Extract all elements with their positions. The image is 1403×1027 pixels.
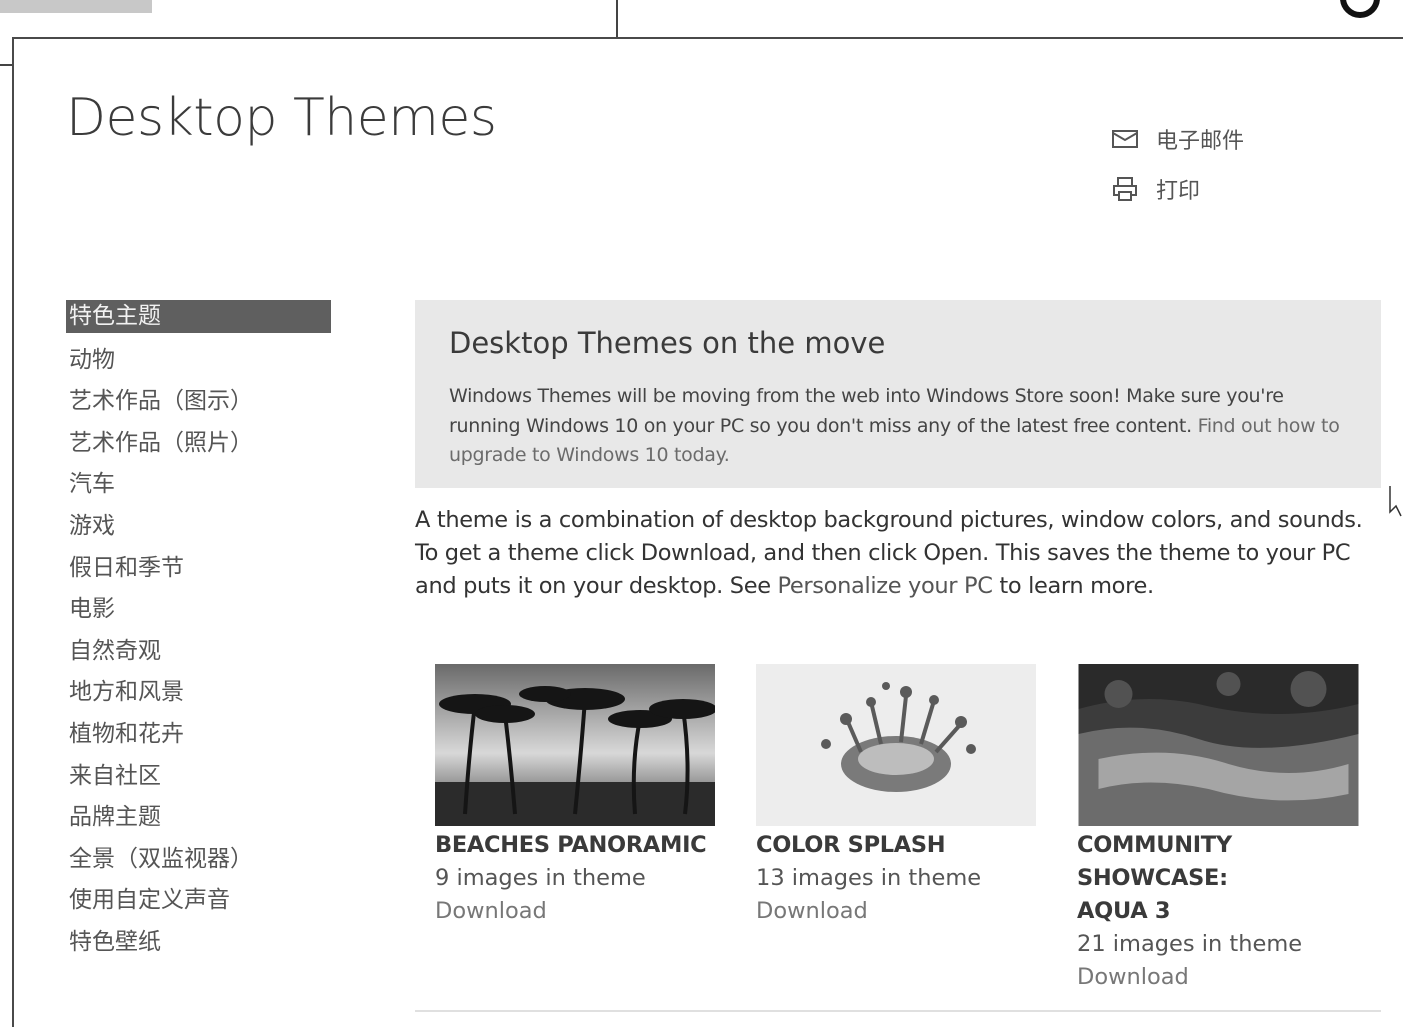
notice-body: Windows Themes will be moving from the w… [449, 382, 1347, 471]
top-tab [0, 0, 152, 13]
theme-name: COLOR SPLASH [756, 832, 946, 858]
sidebar-item-movies[interactable]: 电影 [66, 591, 331, 633]
sidebar-item-places-landscapes[interactable]: 地方和风景 [66, 674, 331, 716]
left-divider [0, 64, 12, 66]
sidebar-item-natural-wonders[interactable]: 自然奇观 [66, 633, 331, 675]
theme-card-beaches: BEACHES PANORAMIC 9 images in theme Down… [435, 664, 720, 928]
theme-thumbnail-aqua[interactable] [1077, 664, 1360, 826]
email-link[interactable]: 电子邮件 [1112, 114, 1244, 164]
category-sidebar: 特色主题 动物 艺术作品（图示） 艺术作品（照片） 汽车 游戏 假日和季节 电影… [66, 300, 331, 966]
sidebar-item-art-photographic[interactable]: 艺术作品（照片） [66, 425, 331, 467]
sidebar-item-automotive[interactable]: 汽车 [66, 466, 331, 508]
theme-name: BEACHES PANORAMIC [435, 832, 707, 858]
sidebar-item-plants-flowers[interactable]: 植物和花卉 [66, 716, 331, 758]
sidebar-item-custom-sounds[interactable]: 使用自定义声音 [66, 882, 331, 924]
print-link[interactable]: 打印 [1112, 164, 1244, 214]
theme-thumbnail-beaches[interactable] [435, 664, 715, 826]
envelope-icon [1112, 130, 1138, 148]
printer-icon [1113, 177, 1137, 201]
sidebar-item-featured-wallpapers[interactable]: 特色壁纸 [66, 924, 331, 966]
download-link[interactable]: Download [756, 895, 1041, 928]
intro-paragraph: A theme is a combination of desktop back… [415, 504, 1385, 603]
theme-name: COMMUNITY SHOWCASE: AQUA 3 [1077, 832, 1232, 924]
theme-thumbnail-color-splash[interactable] [756, 664, 1036, 826]
notice-title: Desktop Themes on the move [449, 326, 886, 360]
theme-card-aqua: COMMUNITY SHOWCASE: AQUA 3 21 images in … [1077, 664, 1362, 994]
top-divider [616, 0, 618, 38]
theme-image-count: 9 images in theme [435, 865, 646, 891]
notice-box: Desktop Themes on the move Windows Theme… [415, 300, 1381, 488]
sidebar-item-animals[interactable]: 动物 [66, 342, 331, 384]
personalize-link[interactable]: Personalize your PC [778, 573, 993, 599]
share-links: 电子邮件 打印 [1112, 114, 1244, 214]
theme-image-count: 21 images in theme [1077, 931, 1303, 957]
sidebar-item-panoramic[interactable]: 全景（双监视器） [66, 841, 331, 883]
theme-image-count: 13 images in theme [756, 865, 982, 891]
corner-circle-icon [1340, 0, 1380, 18]
mouse-cursor-icon [1389, 486, 1402, 517]
sidebar-item-featured-themes[interactable]: 特色主题 [66, 300, 331, 333]
sidebar-item-games[interactable]: 游戏 [66, 508, 331, 550]
sidebar-item-art-illustrative[interactable]: 艺术作品（图示） [66, 383, 331, 425]
theme-card-color-splash: COLOR SPLASH 13 images in theme Download [756, 664, 1041, 928]
download-link[interactable]: Download [435, 895, 720, 928]
sidebar-item-holidays-seasons[interactable]: 假日和季节 [66, 550, 331, 592]
sidebar-item-from-community[interactable]: 来自社区 [66, 758, 331, 800]
notice-text: Windows Themes will be moving from the w… [449, 385, 1284, 437]
download-link[interactable]: Download [1077, 961, 1362, 994]
email-label: 电子邮件 [1156, 129, 1245, 154]
page-title: Desktop Themes [66, 88, 497, 148]
print-label: 打印 [1156, 179, 1201, 204]
content-divider [415, 1010, 1381, 1012]
sidebar-item-branded-themes[interactable]: 品牌主题 [66, 799, 331, 841]
intro-text-after: to learn more. [992, 573, 1154, 599]
